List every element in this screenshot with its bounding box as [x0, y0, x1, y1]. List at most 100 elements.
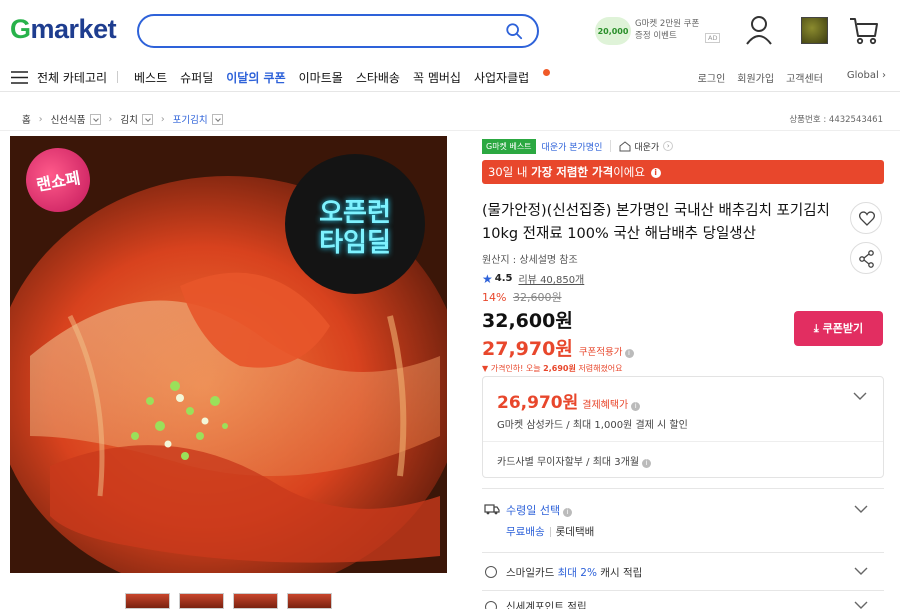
- nav-item-star-delivery[interactable]: 스타배송: [356, 69, 400, 86]
- customer-center-link[interactable]: 고객센터: [786, 70, 823, 85]
- nav-item-superdeal[interactable]: 슈퍼딜: [180, 69, 213, 86]
- image-gallery: [125, 593, 332, 609]
- signup-link[interactable]: 회원가입: [737, 70, 774, 85]
- breadcrumb-kimchi[interactable]: 김치: [120, 112, 137, 126]
- origin-info: 원산지 : 상세설명 참조: [482, 255, 578, 266]
- payment-benefit-card[interactable]: 26,970원 결제혜택가 i G마켓 삼성카드 / 최대 1,000원 결제 …: [482, 376, 884, 478]
- cart-icon[interactable]: [849, 14, 879, 46]
- breadcrumb: 홈 › 신선식품 › 김치 › 포기김치: [22, 112, 223, 126]
- main-nav: 전체 카테고리 베스트 슈퍼딜 이달의 쿠폰 이마트몰 스타배송 꼭 멤버십 사…: [0, 62, 900, 92]
- coupon-price-label: 쿠폰적용가: [578, 347, 623, 358]
- header: Gmarket 20,000 G마켓 2만원 쿠폰 증정 이벤트 AD: [0, 0, 900, 62]
- installment-info: 카드사별 무이자할부 / 최대 3개월 i: [497, 453, 652, 468]
- card-discount-info: G마켓 삼성카드 / 최대 1,000원 결제 시 할인: [497, 420, 688, 431]
- hamburger-icon[interactable]: [11, 71, 28, 84]
- points-text: 신세계포인트 적립: [506, 601, 587, 609]
- delivery-section[interactable]: 수령일 선택 i 무료배송 롯데택배: [482, 498, 884, 548]
- nav-right-links: 로그인 회원가입 고객센터 Global ›: [686, 70, 886, 85]
- login-link[interactable]: 로그인: [698, 70, 726, 85]
- share-button[interactable]: [850, 242, 882, 274]
- product-number: 상품번호 : 4432543461: [789, 115, 883, 125]
- price-drop-notice: ▼ 가격인하! 오늘 2,690원 저렴해졌어요: [482, 364, 623, 373]
- free-shipping-label: 무료배송: [506, 526, 545, 538]
- nav-item-business-club[interactable]: 사업자클럽: [474, 69, 551, 86]
- ad-badge: AD: [705, 33, 721, 43]
- share-icon: [859, 250, 874, 268]
- rating-score: 4.5: [494, 273, 513, 284]
- shinsegae-points-row[interactable]: 신세계포인트 적립: [482, 598, 884, 609]
- nav-item-best[interactable]: 베스트: [134, 69, 167, 86]
- info-icon[interactable]: i: [642, 459, 652, 468]
- payment-benefit-price: 26,970원 결제혜택가 i: [497, 388, 641, 413]
- gallery-thumbnail[interactable]: [125, 593, 170, 609]
- section-divider: [482, 590, 884, 591]
- discount-row: 14% 32,600원: [482, 289, 884, 305]
- coupon-coin-icon: 20,000: [595, 17, 631, 45]
- chevron-down-icon[interactable]: [211, 113, 223, 125]
- gmarket-best-badge[interactable]: G마켓 베스트: [482, 138, 536, 154]
- rating-row: ★ 4.5 리뷰 40,850개: [482, 271, 884, 287]
- wishlist-button[interactable]: [850, 202, 882, 234]
- price-down-arrow-icon: ▼: [482, 364, 489, 373]
- info-icon[interactable]: i: [650, 167, 661, 178]
- product-title: (물가안정)(신선집중) 본가명인 국내산 배추김치 포기김치 10kg 전재료…: [482, 203, 830, 242]
- smile-card-text: 스마일카드 최대 2% 캐시 적립: [506, 567, 643, 579]
- chevron-right-icon: ›: [663, 141, 674, 151]
- all-categories-button[interactable]: 전체 카테고리: [37, 69, 107, 86]
- nav-items: 베스트 슈퍼딜 이달의 쿠폰 이마트몰 스타배송 꼭 멤버십 사업자클럽: [134, 69, 563, 86]
- open-run-timedeal-badge: 오픈런 타임딜: [285, 154, 425, 294]
- product-info: G마켓 베스트 대운가 본가명인 대운가 › 30일 내 가장 저렴한 가격이에…: [482, 136, 884, 609]
- breadcrumb-home[interactable]: 홈: [22, 112, 31, 126]
- delivery-date-select[interactable]: 수령일 선택 i: [506, 502, 573, 518]
- nav-divider: [117, 71, 118, 83]
- product-image[interactable]: 랜쇼페 오픈런 타임딜: [10, 136, 447, 573]
- info-icon[interactable]: i: [624, 349, 634, 358]
- chevron-down-icon[interactable]: [854, 566, 868, 576]
- info-icon[interactable]: i: [631, 402, 641, 411]
- chevron-right-icon: ›: [108, 113, 113, 125]
- get-coupon-button[interactable]: ⤓ 쿠폰받기: [794, 311, 883, 346]
- review-count-link[interactable]: 리뷰 40,850개: [518, 271, 584, 286]
- section-divider: [482, 552, 884, 553]
- heart-icon: [858, 211, 876, 226]
- delivery-info: 무료배송 롯데택배: [506, 524, 594, 539]
- gallery-thumbnail[interactable]: [179, 593, 224, 609]
- search-input[interactable]: [137, 14, 539, 48]
- carrier-name: 롯데택배: [555, 526, 595, 538]
- global-dropdown[interactable]: Global ›: [835, 70, 886, 85]
- points-icon: [485, 601, 497, 609]
- breadcrumb-fresh-food[interactable]: 신선식품: [51, 112, 86, 126]
- truck-icon: [484, 504, 500, 515]
- breadcrumb-row: 홈 › 신선식품 › 김치 › 포기김치 상품번호 : 4432543461: [0, 103, 900, 131]
- chevron-down-icon[interactable]: [89, 113, 101, 125]
- tag-divider: [610, 140, 612, 152]
- info-icon[interactable]: i: [563, 508, 573, 517]
- tag-row: G마켓 베스트 대운가 본가명인 대운가 ›: [482, 136, 884, 156]
- mypage-icon[interactable]: [744, 14, 774, 46]
- chevron-down-icon[interactable]: [854, 504, 868, 514]
- card-divider: [483, 441, 883, 442]
- gallery-thumbnail[interactable]: [233, 593, 278, 609]
- shop-name-link[interactable]: 대운가 본가명인: [542, 140, 603, 153]
- chevron-down-icon[interactable]: [141, 113, 153, 125]
- nav-item-membership[interactable]: 꼭 멤버십: [413, 69, 461, 86]
- gallery-thumbnail[interactable]: [287, 593, 332, 609]
- chevron-down-icon[interactable]: [853, 391, 867, 401]
- breadcrumb-pogi-kimchi[interactable]: 포기김치: [173, 112, 208, 126]
- recent-product-thumbnail[interactable]: [801, 17, 828, 44]
- smile-card-row[interactable]: 스마일카드 최대 2% 캐시 적립: [482, 562, 884, 586]
- section-divider: [482, 488, 884, 489]
- gmarket-logo[interactable]: Gmarket: [10, 14, 117, 45]
- promo-banner[interactable]: 20,000 G마켓 2만원 쿠폰 증정 이벤트 AD: [595, 17, 721, 49]
- chevron-right-icon: ›: [160, 113, 165, 125]
- nav-item-emart[interactable]: 이마트몰: [299, 69, 343, 86]
- seller-link[interactable]: 대운가 ›: [619, 140, 674, 153]
- new-dot-icon: [543, 69, 551, 76]
- coupon-price: 27,970원: [482, 338, 573, 360]
- nav-item-monthly-coupon[interactable]: 이달의 쿠폰: [226, 69, 285, 86]
- search-icon[interactable]: [505, 22, 523, 40]
- discount-percent: 14%: [482, 291, 507, 304]
- chevron-down-icon[interactable]: [854, 600, 868, 609]
- chevron-right-icon: ›: [38, 113, 43, 125]
- smile-card-icon: [485, 566, 497, 578]
